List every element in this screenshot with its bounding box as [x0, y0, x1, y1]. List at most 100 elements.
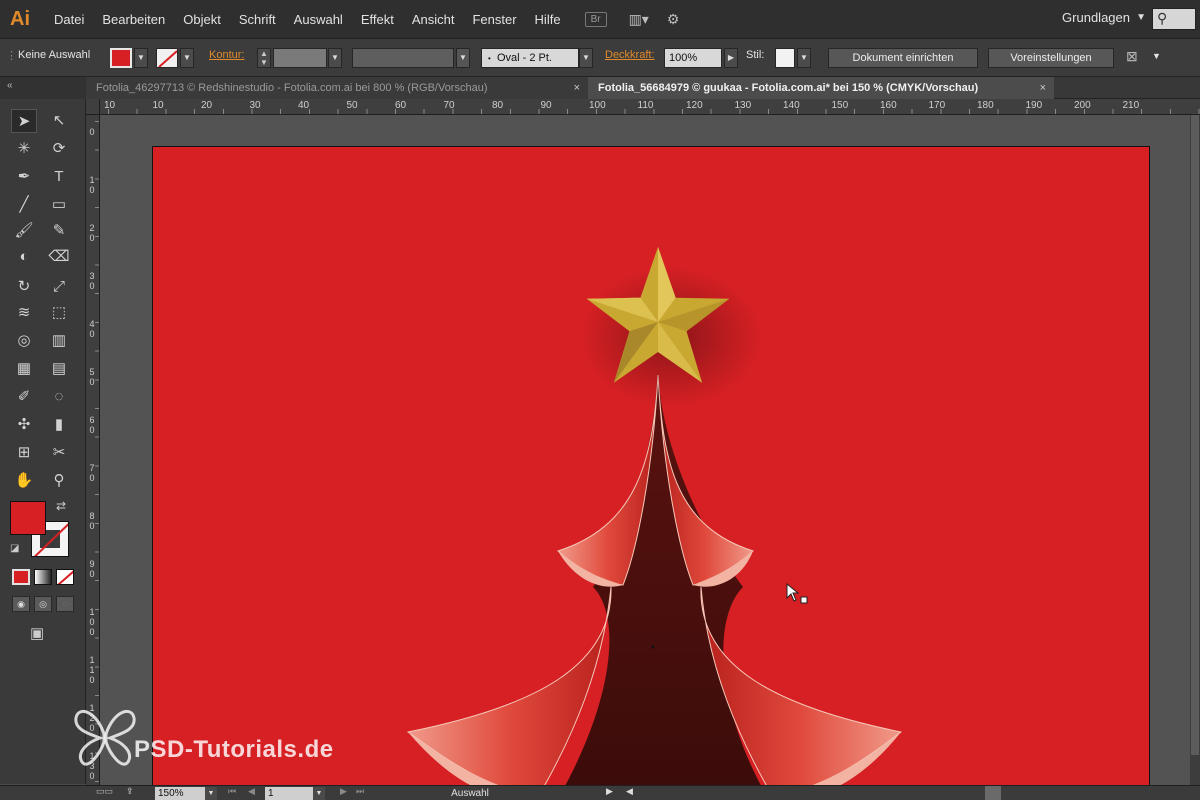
rectangle-tool-icon[interactable]: ▭ — [46, 193, 72, 217]
magic-wand-tool-icon[interactable]: ✳ — [11, 137, 37, 161]
menu-objekt[interactable]: Objekt — [183, 12, 221, 27]
stroke-weight-stepper[interactable]: ▲ ▼ — [257, 48, 271, 68]
eraser-tool-icon[interactable]: ⌫ — [46, 245, 72, 269]
search-input[interactable]: ⚲ — [1152, 8, 1196, 30]
share-icon[interactable]: ⇪ — [126, 786, 134, 797]
pen-tool-icon[interactable]: ✒ — [11, 165, 37, 189]
close-icon[interactable]: × — [574, 77, 580, 99]
arrange-documents-icon[interactable]: ▥▾ — [629, 11, 649, 28]
hand-tool-icon[interactable]: ✋ — [11, 469, 37, 493]
artboard-dropdown[interactable]: ▼ — [313, 787, 325, 800]
brush-definition-field[interactable]: • Oval - 2 Pt. — [481, 48, 579, 68]
horizontal-ruler[interactable]: 10 10 20 30 40 50 60 70 80 90 100 110 120 130 140 150 16… — [100, 99, 1200, 115]
draw-behind-icon[interactable]: ◎ — [34, 596, 52, 612]
artboard-number-field[interactable]: 1 — [265, 787, 313, 800]
slice-tool-icon[interactable]: ✂ — [46, 441, 72, 465]
menu-fenster[interactable]: Fenster — [472, 12, 516, 27]
stroke-dropdown[interactable]: ▼ — [180, 48, 194, 68]
stroke-color-swatch[interactable] — [156, 48, 178, 68]
toolbar-header[interactable]: « — [0, 77, 86, 99]
brush-dropdown[interactable]: ▼ — [579, 48, 593, 68]
lasso-tool-icon[interactable]: ⟳ — [46, 137, 72, 161]
default-colors-icon[interactable]: ◪ — [10, 543, 19, 554]
stroke-weight-dropdown[interactable]: ▼ — [328, 48, 342, 68]
mesh-tool-icon[interactable]: ▦ — [11, 357, 37, 381]
gradient-mode-button[interactable] — [34, 569, 52, 585]
status-label[interactable]: Auswahl — [340, 787, 600, 800]
close-icon[interactable]: × — [1040, 77, 1046, 99]
menu-schrift[interactable]: Schrift — [239, 12, 276, 27]
menu-effekt[interactable]: Effekt — [361, 12, 394, 27]
stroke-label[interactable]: Kontur: — [209, 49, 244, 61]
eyedropper-tool-icon[interactable]: ✐ — [11, 385, 37, 409]
symbol-sprayer-tool-icon[interactable]: ✣ — [11, 413, 37, 437]
paintbrush-tool-icon[interactable]: 🖌 — [11, 219, 37, 243]
workspace-switcher[interactable]: Grundlagen — [1062, 10, 1130, 25]
artboard[interactable] — [152, 146, 1150, 785]
menu-auswahl[interactable]: Auswahl — [294, 12, 343, 27]
gradient-tool-icon[interactable]: ▤ — [46, 357, 72, 381]
variable-width-field[interactable] — [352, 48, 454, 68]
swap-fill-stroke-icon[interactable]: ⇄ — [56, 499, 66, 513]
graphic-style-swatch[interactable] — [775, 48, 795, 68]
color-mode-button[interactable] — [12, 569, 30, 585]
gpu-performance-icon[interactable]: ⚙ — [667, 11, 680, 28]
zoom-tool-icon[interactable]: ⚲ — [46, 469, 72, 493]
zoom-dropdown[interactable]: ▼ — [205, 787, 217, 800]
panel-menu-icon[interactable]: ▼ — [1152, 51, 1161, 61]
document-tab-1[interactable]: Fotolia_46297713 © Redshinestudio - Foto… — [86, 77, 588, 99]
chevron-down-icon[interactable]: ▼ — [1136, 12, 1146, 23]
zoom-field[interactable]: 150% — [155, 787, 205, 800]
vertical-ruler[interactable]: 0 10 20 30 40 50 60 70 80 90 100 110 120 130 — [86, 115, 100, 785]
menu-ansicht[interactable]: Ansicht — [412, 12, 455, 27]
align-icon[interactable]: ⊠ — [1126, 48, 1138, 65]
blob-brush-tool-icon[interactable]: ◐ — [11, 245, 37, 269]
opacity-field[interactable]: 100% — [664, 48, 722, 68]
bridge-icon[interactable]: Br — [584, 11, 607, 27]
style-dropdown[interactable]: ▼ — [797, 48, 811, 68]
scale-tool-icon[interactable]: ⤢ — [46, 275, 72, 299]
first-artboard-icon[interactable]: ⏮ — [228, 786, 236, 797]
scrollbar-thumb[interactable] — [1191, 115, 1199, 755]
draw-inside-icon[interactable]: ◌ — [56, 596, 74, 612]
variable-width-dropdown[interactable]: ▼ — [456, 48, 470, 68]
fill-color-swatch[interactable] — [110, 48, 132, 68]
fill-dropdown[interactable]: ▼ — [134, 48, 148, 68]
blend-tool-icon[interactable]: ◌ — [46, 385, 72, 409]
direct-selection-tool-icon[interactable]: ↖ — [46, 109, 72, 133]
fill-swatch[interactable] — [10, 501, 46, 535]
scroll-left-icon[interactable]: ◀ — [626, 786, 633, 797]
menu-hilfe[interactable]: Hilfe — [535, 12, 561, 27]
menu-bearbeiten[interactable]: Bearbeiten — [102, 12, 165, 27]
christmas-tree-artwork[interactable] — [153, 147, 1151, 785]
type-tool-icon[interactable]: T — [46, 165, 72, 189]
canvas-area[interactable] — [100, 115, 1190, 785]
shape-builder-tool-icon[interactable]: ◎ — [11, 329, 37, 353]
ruler-origin[interactable] — [86, 99, 100, 115]
opacity-dropdown[interactable]: ▶ — [724, 48, 738, 68]
line-tool-icon[interactable]: ╱ — [11, 193, 37, 217]
previous-artboard-icon[interactable]: ◀ — [248, 786, 255, 797]
draw-normal-icon[interactable]: ◉ — [12, 596, 30, 612]
selection-tool-icon[interactable]: ➤ — [11, 109, 37, 133]
rotate-tool-icon[interactable]: ↻ — [11, 275, 37, 299]
free-transform-tool-icon[interactable]: ⬚ — [46, 301, 72, 325]
pencil-tool-icon[interactable]: ✎ — [46, 219, 72, 243]
vertical-scrollbar[interactable] — [1190, 115, 1200, 785]
preferences-button[interactable]: Voreinstellungen — [988, 48, 1114, 68]
artboard-tool-icon[interactable]: ⊞ — [11, 441, 37, 465]
artboard-navigator-icon[interactable]: ▭▭ — [96, 786, 113, 797]
screen-mode-icon[interactable]: ▣ — [30, 624, 44, 642]
none-mode-button[interactable] — [56, 569, 74, 585]
document-tab-2[interactable]: Fotolia_56684979 © guukaa - Fotolia.com.… — [588, 77, 1054, 99]
opacity-label[interactable]: Deckkraft: — [605, 49, 655, 61]
status-menu-icon[interactable]: ▶ — [606, 786, 613, 797]
horizontal-scrollbar-thumb[interactable] — [985, 786, 1001, 800]
collapse-icon[interactable]: « — [7, 80, 13, 91]
document-setup-button[interactable]: Dokument einrichten — [828, 48, 978, 68]
column-graph-tool-icon[interactable]: ▮ — [46, 413, 72, 437]
perspective-grid-tool-icon[interactable]: ▥ — [46, 329, 72, 353]
width-tool-icon[interactable]: ≋ — [11, 301, 37, 325]
menu-datei[interactable]: Datei — [54, 12, 84, 27]
stroke-weight-field[interactable] — [273, 48, 327, 68]
